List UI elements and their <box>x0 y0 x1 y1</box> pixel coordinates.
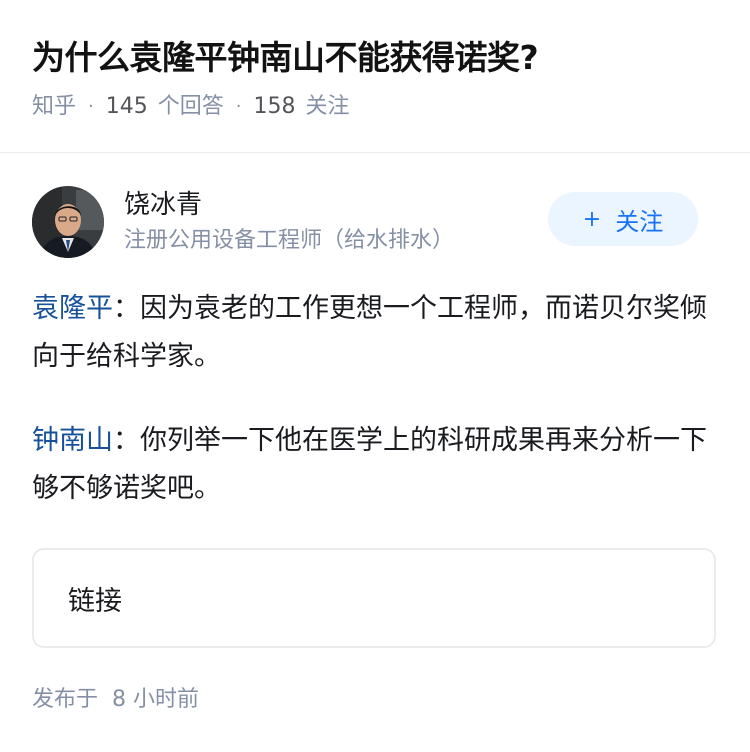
meta-separator: · <box>88 96 94 117</box>
follower-count-label[interactable]: 关注 <box>306 92 350 122</box>
author-name[interactable]: 饶冰青 <box>124 187 548 223</box>
avatar-image <box>32 186 104 258</box>
paragraph-text: ：你列举一下他在医学上的科研成果再来分析一下够不够诺奖吧。 <box>32 425 707 504</box>
answer-count: 145 <box>105 94 148 119</box>
mention-link[interactable]: 袁隆平 <box>32 293 113 324</box>
answer-count-label[interactable]: 个回答 <box>158 92 224 122</box>
follower-count: 158 <box>253 94 296 119</box>
question-title[interactable]: 为什么袁隆平钟南山不能获得诺奖? <box>32 30 730 86</box>
publish-label: 发布于 <box>32 687 99 712</box>
question-meta: 知乎 · 145 个回答 · 158 关注 <box>32 92 730 122</box>
follow-button[interactable]: + 关注 <box>548 192 698 246</box>
source-label[interactable]: 知乎 <box>32 92 76 122</box>
answer-paragraph: 袁隆平：因为袁老的工作更想一个工程师，而诺贝尔奖倾向于给科学家。 <box>32 285 718 381</box>
follow-button-label: 关注 <box>615 207 664 236</box>
answer-paragraph: 钟南山：你列举一下他在医学上的科研成果再来分析一下够不够诺奖吧。 <box>32 417 718 513</box>
link-card[interactable]: 链接 <box>32 548 716 648</box>
question-header: 为什么袁隆平钟南山不能获得诺奖? 知乎 · 145 个回答 · 158 关注 <box>32 30 730 122</box>
author-info: 饶冰青 注册公用设备工程师（给水排水） <box>124 187 548 257</box>
meta-separator: · <box>235 96 242 117</box>
answer-content: 袁隆平：因为袁老的工作更想一个工程师，而诺贝尔奖倾向于给科学家。 钟南山：你列举… <box>32 285 718 549</box>
header-divider <box>0 152 750 153</box>
publish-time: 发布于 8 小时前 <box>32 684 199 716</box>
plus-icon: + <box>582 206 602 232</box>
mention-link[interactable]: 钟南山 <box>32 425 113 456</box>
avatar[interactable] <box>32 186 104 258</box>
publish-time-value: 8 小时前 <box>112 687 200 712</box>
link-card-label: 链接 <box>68 585 122 617</box>
author-row: 饶冰青 注册公用设备工程师（给水排水） + 关注 <box>32 185 698 259</box>
paragraph-text: ：因为袁老的工作更想一个工程师，而诺贝尔奖倾向于给科学家。 <box>32 293 707 372</box>
author-headline: 注册公用设备工程师（给水排水） <box>124 228 455 253</box>
